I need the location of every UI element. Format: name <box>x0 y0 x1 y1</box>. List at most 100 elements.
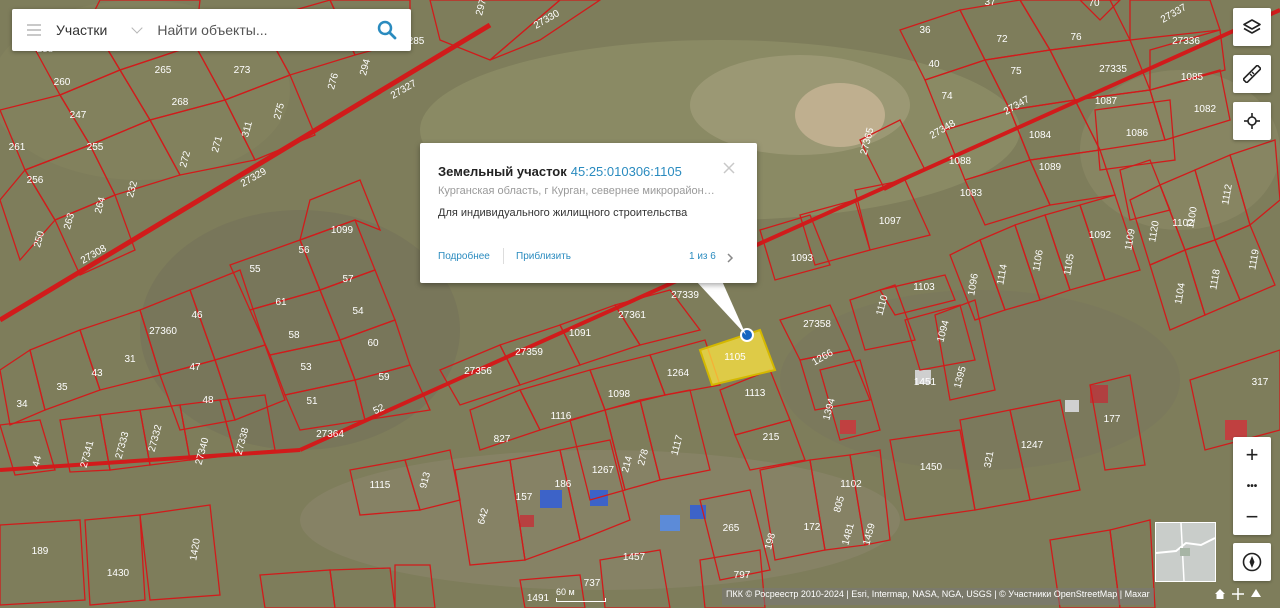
crosshair-small-icon[interactable] <box>1232 588 1244 600</box>
locate-button[interactable] <box>1233 102 1271 140</box>
parcel-popup: Земельный участок 45:25:010306:1105 Курга… <box>420 143 757 283</box>
chevron-down-icon <box>131 21 144 34</box>
parcel-label: 37 <box>984 0 996 8</box>
search-bar: Участки <box>12 9 411 51</box>
corner-tools <box>1214 588 1262 600</box>
home-icon[interactable] <box>1214 588 1226 600</box>
scale-bar: 60 м <box>556 586 612 604</box>
parcel-label: 46 <box>191 310 203 321</box>
zoom-out-button[interactable]: − <box>1233 501 1271 533</box>
popup-usage: Для индивидуального жилищного строительс… <box>438 207 688 219</box>
parcel-label: 31 <box>124 354 136 365</box>
parcel-label: 60 <box>367 338 379 349</box>
hamburger-icon[interactable] <box>12 9 56 51</box>
popup-type-label: Земельный участок <box>438 164 567 179</box>
parcel-label: 27364 <box>316 429 344 440</box>
compass-button[interactable] <box>1233 543 1271 581</box>
scale-line <box>556 598 606 602</box>
parcel-label: 74 <box>941 91 953 102</box>
parcel-label: 55 <box>249 264 261 275</box>
popup-pagination: 1 из 6 <box>689 251 716 262</box>
parcel-label: 59 <box>378 372 390 383</box>
parcel-label: 27360 <box>149 326 177 337</box>
parcel-label: 215 <box>763 432 780 443</box>
parcel-label: 260 <box>54 77 71 88</box>
parcel-label: 1451 <box>914 377 937 388</box>
parcel-label: 36 <box>919 25 931 36</box>
magnifier-icon[interactable] <box>377 20 397 40</box>
parcel-label: 1450 <box>920 462 943 473</box>
zoom-to-link[interactable]: Приблизить <box>516 251 571 262</box>
search-input[interactable] <box>155 14 360 46</box>
parcel-label: 1084 <box>1029 130 1052 141</box>
zoom-controls: + ••• − <box>1233 437 1271 535</box>
parcel-label: 177 <box>1104 414 1121 425</box>
layer-select-label: Участки <box>56 22 108 38</box>
parcel-label: 1085 <box>1181 72 1204 83</box>
minimap-thumbnail <box>1155 522 1216 582</box>
parcel-label: 265 <box>723 523 740 534</box>
details-link[interactable]: Подробнее <box>438 251 490 262</box>
parcel-label: 27335 <box>1099 64 1127 75</box>
parcel-label: 27361 <box>618 310 646 321</box>
parcel-label: 40 <box>928 59 940 70</box>
parcel-label: 58 <box>288 330 300 341</box>
parcel-label: 265 <box>155 65 172 76</box>
parcel-label: 1103 <box>913 282 935 293</box>
parcel-label: 1087 <box>1095 96 1118 107</box>
compass-icon <box>1242 552 1262 572</box>
arrow-up-icon[interactable] <box>1250 588 1262 600</box>
layers-icon <box>1243 19 1261 34</box>
parcel-label: 1099 <box>331 225 354 236</box>
parcel-label: 255 <box>87 142 104 153</box>
parcel-label: 27356 <box>464 366 492 377</box>
parcel-label: 51 <box>306 396 318 407</box>
parcel-label: 56 <box>298 245 310 256</box>
map-attribution: ПКК © Росреестр 2010-2024 | Esri, Interm… <box>722 588 1154 605</box>
zoom-more-button[interactable]: ••• <box>1233 470 1271 502</box>
parcel-label: 827 <box>494 434 511 445</box>
parcel-label: 1267 <box>592 465 615 476</box>
parcel-label: 57 <box>342 274 354 285</box>
scale-text: 60 м <box>556 587 575 597</box>
parcel-label: 1093 <box>791 253 814 264</box>
parcel-label: 1264 <box>667 368 690 379</box>
layers-button[interactable] <box>1233 8 1271 46</box>
parcel-label: 1083 <box>960 188 983 199</box>
parcel-label: 189 <box>32 546 49 557</box>
crosshair-icon <box>1244 113 1260 129</box>
parcel-label: 1102 <box>840 479 862 490</box>
parcel-label: 1430 <box>107 568 130 579</box>
parcel-label: 53 <box>300 362 312 373</box>
layer-select[interactable]: Участки <box>56 9 151 51</box>
ruler-button[interactable] <box>1233 55 1271 93</box>
parcel-label: 75 <box>1010 66 1022 77</box>
minimap[interactable] <box>1155 522 1216 582</box>
parcel-label: 27336 <box>1172 36 1200 47</box>
parcel-label: 317 <box>1252 377 1269 388</box>
parcel-label: 1097 <box>879 216 902 227</box>
zoom-in-button[interactable]: + <box>1233 439 1271 471</box>
parcel-label: 261 <box>9 142 26 153</box>
popup-cadastral-number[interactable]: 45:25:010306:1105 <box>571 164 682 179</box>
popup-title: Земельный участок 45:25:010306:1105 <box>438 164 682 179</box>
close-icon[interactable] <box>722 161 736 175</box>
parcel-label: 47 <box>189 362 201 373</box>
parcel-label: 1247 <box>1021 440 1044 451</box>
parcel-label: 1113 <box>745 388 766 399</box>
parcel-label: 1116 <box>551 411 572 422</box>
parcel-label: 268 <box>172 97 189 108</box>
chevron-right-icon[interactable] <box>723 251 737 265</box>
parcel-label: 256 <box>27 175 44 186</box>
selected-parcel-label: 1105 <box>724 352 746 363</box>
parcel-label: 1098 <box>608 389 631 400</box>
parcel-label: 172 <box>804 522 821 533</box>
parcel-label: 273 <box>234 65 251 76</box>
parcel-label: 157 <box>516 492 533 503</box>
parcel-label: 1115 <box>370 480 391 491</box>
parcel-label: 1457 <box>623 552 646 563</box>
map-canvas[interactable]: 2582602472612552562632642322502652732682… <box>0 0 1280 608</box>
parcel-label: 34 <box>16 399 28 410</box>
parcel-label: 797 <box>734 570 751 581</box>
parcel-label: 1082 <box>1194 104 1217 115</box>
